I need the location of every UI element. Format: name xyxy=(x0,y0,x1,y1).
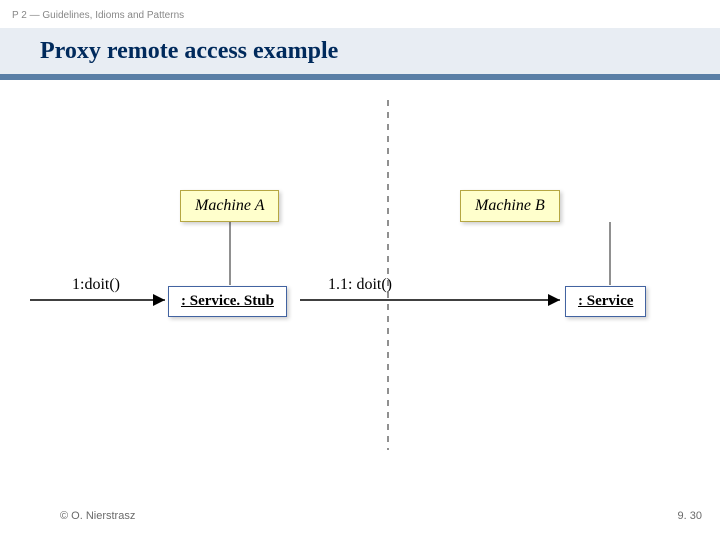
arrow-1-1-head xyxy=(548,294,560,306)
arrow-1-head xyxy=(153,294,165,306)
breadcrumb: P 2 — Guidelines, Idioms and Patterns xyxy=(12,10,184,21)
machine-a-box: Machine A xyxy=(180,190,279,222)
page-title: Proxy remote access example xyxy=(0,38,338,65)
service-stub-box: : Service. Stub xyxy=(168,286,287,317)
diagram-area: Machine A Machine B 1:doit() 1.1: doit()… xyxy=(0,80,720,480)
machine-b-box: Machine B xyxy=(460,190,560,222)
call-1-label: 1:doit() xyxy=(72,276,120,294)
footer-page-number: 9. 30 xyxy=(678,510,702,522)
call-1-1-label: 1.1: doit() xyxy=(328,276,392,294)
footer-copyright: © O. Nierstrasz xyxy=(60,510,135,522)
title-banner: Proxy remote access example xyxy=(0,28,720,74)
service-box: : Service xyxy=(565,286,646,317)
